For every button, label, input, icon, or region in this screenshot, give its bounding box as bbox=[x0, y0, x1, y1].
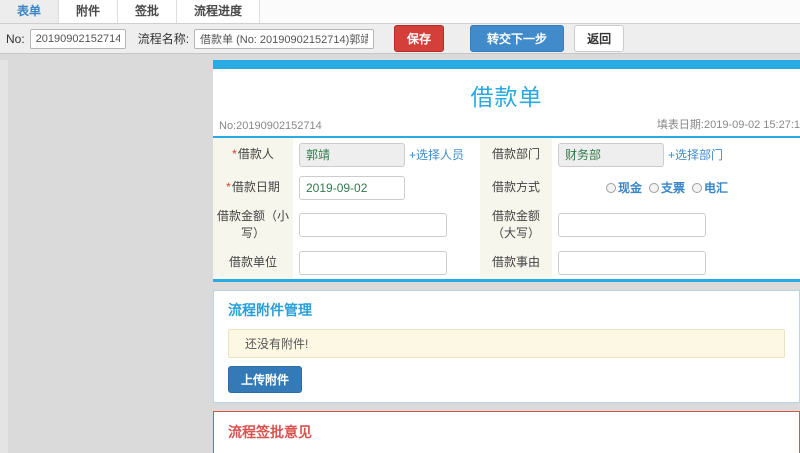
process-name-input[interactable] bbox=[194, 28, 375, 49]
select-person-link[interactable]: +选择人员 bbox=[409, 146, 464, 163]
department-field[interactable] bbox=[558, 142, 664, 167]
action-toolbar: No: 流程名称: 保存 转交下一步 返回 bbox=[0, 24, 800, 54]
required-asterisk: * bbox=[226, 180, 231, 195]
tab-approval[interactable]: 签批 bbox=[118, 0, 178, 23]
department-label: 借款部门 bbox=[480, 138, 552, 171]
radio-wire-transfer[interactable]: 电汇 bbox=[692, 179, 728, 196]
amount-upper-label: 借款金额（大写） bbox=[480, 204, 552, 246]
form-row-borrower: *借款人 +选择人员 借款部门 +选择部门 bbox=[213, 138, 800, 171]
upload-attachment-button[interactable]: 上传附件 bbox=[228, 366, 303, 393]
loan-unit-input[interactable] bbox=[299, 250, 447, 275]
tab-strip: 表单 附件 签批 流程进度 bbox=[0, 0, 800, 24]
loan-reason-input[interactable] bbox=[558, 250, 706, 275]
no-attachment-notice: 还没有附件! bbox=[228, 329, 785, 358]
form-row-unit-reason: 借款单位 借款事由 bbox=[213, 246, 800, 279]
radio-cheque[interactable]: 支票 bbox=[649, 179, 685, 196]
borrower-label: *借款人 bbox=[213, 138, 293, 171]
select-department-link[interactable]: +选择部门 bbox=[668, 146, 723, 163]
form-number-text: No:20190902152714 bbox=[219, 120, 322, 132]
transfer-next-button[interactable]: 转交下一步 bbox=[470, 25, 565, 52]
process-name-label: 流程名称: bbox=[137, 32, 190, 46]
tab-process-progress[interactable]: 流程进度 bbox=[177, 0, 261, 23]
no-label: No: bbox=[6, 31, 25, 46]
radio-circle-icon bbox=[692, 182, 703, 193]
tab-attachments[interactable]: 附件 bbox=[59, 0, 119, 23]
back-button[interactable]: 返回 bbox=[574, 25, 625, 52]
radio-circle-icon bbox=[606, 182, 616, 193]
form-top-accent-bar bbox=[213, 60, 800, 69]
loan-reason-label: 借款事由 bbox=[480, 246, 552, 279]
radio-cash[interactable]: 现金 bbox=[606, 179, 642, 196]
attachment-section: 流程附件管理 还没有附件! 上传附件 bbox=[213, 290, 800, 403]
amount-lower-label: 借款金额（小写） bbox=[213, 204, 293, 246]
required-asterisk: * bbox=[232, 147, 237, 162]
amount-upper-input[interactable] bbox=[558, 213, 706, 237]
borrower-field[interactable] bbox=[299, 142, 405, 167]
save-button[interactable]: 保存 bbox=[394, 25, 445, 52]
approval-section-title: 流程签批意见 bbox=[228, 424, 312, 440]
radio-circle-icon bbox=[649, 182, 660, 193]
approval-section: 流程签批意见 B I abc bbox=[213, 411, 800, 453]
left-gutter bbox=[0, 60, 8, 453]
tab-form[interactable]: 表单 bbox=[0, 0, 60, 23]
page-title: 借款单 bbox=[470, 84, 543, 110]
amount-lower-input[interactable] bbox=[299, 213, 447, 237]
main-area: 借款单 No:20190902152714 填表日期:2019-09-02 15… bbox=[0, 60, 800, 453]
no-input[interactable] bbox=[29, 28, 126, 49]
loan-method-label: 借款方式 bbox=[480, 171, 552, 204]
attachment-section-title: 流程附件管理 bbox=[228, 302, 312, 318]
loan-date-input[interactable] bbox=[299, 175, 405, 200]
form-row-amounts: 借款金额（小写） 借款金额（大写） bbox=[213, 204, 800, 246]
loan-form-card: 借款单 No:20190902152714 填表日期:2019-09-02 15… bbox=[213, 60, 800, 282]
loan-unit-label: 借款单位 bbox=[213, 246, 293, 279]
form-fill-date-text: 填表日期:2019-09-02 15:27:1 bbox=[656, 119, 800, 131]
form-row-date-method: *借款日期 借款方式 现金 支票 bbox=[213, 171, 800, 204]
loan-date-label: *借款日期 bbox=[213, 171, 293, 204]
form-bottom-accent-bar bbox=[213, 279, 800, 282]
loan-method-radio-group: 现金 支票 电汇 bbox=[606, 179, 728, 196]
